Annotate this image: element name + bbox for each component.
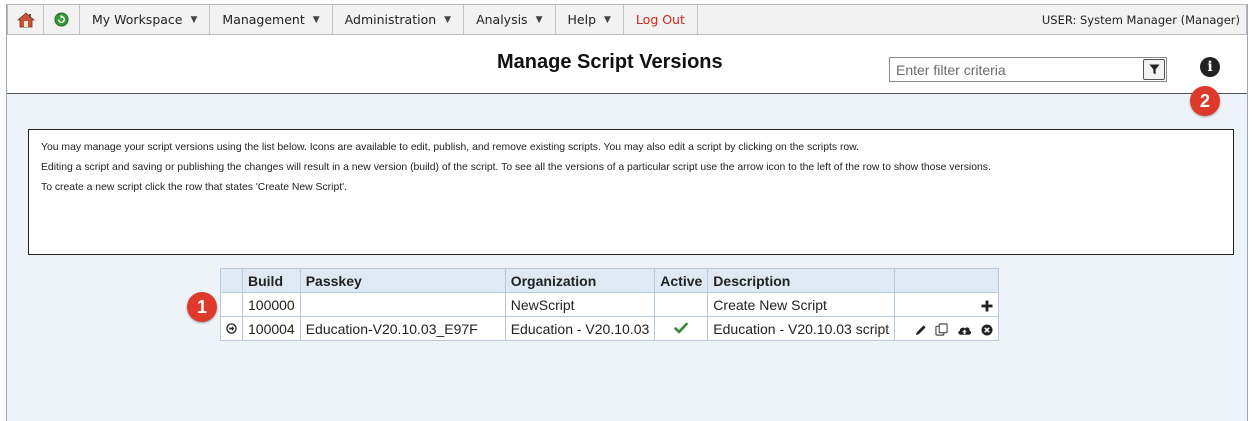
logout-link[interactable]: Log Out <box>624 5 698 34</box>
cell-description: Education - V20.10.03 script <box>707 316 896 341</box>
app-frame: My Workspace ▼ Management ▼ Administrati… <box>6 4 1248 421</box>
home-button[interactable] <box>8 5 44 34</box>
table-row[interactable]: 100004 Education-V20.10.03_E97F Educatio… <box>220 316 1000 341</box>
instructions-panel: You may manage your script versions usin… <box>28 129 1234 255</box>
column-expand <box>220 268 243 293</box>
page-title: Manage Script Versions <box>497 51 723 73</box>
menu-bar: My Workspace ▼ Management ▼ Administrati… <box>7 4 1247 35</box>
chevron-down-icon: ▼ <box>190 14 198 25</box>
menu-management[interactable]: Management ▼ <box>210 5 333 34</box>
expand-cell <box>220 292 243 317</box>
filter-input[interactable] <box>890 58 1142 81</box>
table-row-create-new[interactable]: 100000 NewScript Create New Script <box>220 292 1000 317</box>
menu-administration-label: Administration <box>344 12 437 27</box>
filter-icon <box>1148 64 1160 75</box>
menu-administration[interactable]: Administration ▼ <box>333 5 465 34</box>
instruction-text: To create a new script click the row tha… <box>41 182 347 193</box>
filter-button[interactable] <box>1143 59 1165 80</box>
logout-label: Log Out <box>635 12 685 27</box>
menu-analysis[interactable]: Analysis ▼ <box>464 5 556 34</box>
home-icon <box>16 11 35 27</box>
cell-passkey <box>299 292 506 317</box>
column-build: Build <box>242 268 301 293</box>
pencil-icon[interactable] <box>915 324 927 336</box>
chevron-down-icon: ▼ <box>444 14 452 25</box>
script-versions-table: Build Passkey Organization Active Descri… <box>220 268 1000 341</box>
table-header-row: Build Passkey Organization Active Descri… <box>220 268 1000 293</box>
menu-management-label: Management <box>222 12 305 27</box>
remove-icon[interactable] <box>981 324 993 336</box>
instruction-text: Editing a script and saving or publishin… <box>41 162 991 173</box>
expand-arrow-icon[interactable] <box>226 322 237 334</box>
cell-organization: NewScript <box>504 292 656 317</box>
refresh-icon <box>54 12 69 27</box>
plus-icon[interactable] <box>981 300 993 312</box>
filter-box <box>889 57 1167 82</box>
cell-build: 100000 <box>242 292 301 317</box>
checkmark-icon <box>674 322 689 333</box>
user-info: USER: System Manager (Manager) <box>1041 12 1240 27</box>
copy-icon[interactable] <box>935 323 948 336</box>
callout-badge-label: 2 <box>1199 90 1210 111</box>
cell-passkey: Education-V20.10.03_E97F <box>299 316 506 341</box>
callout-badge-label: 1 <box>196 296 207 317</box>
menu-my-workspace[interactable]: My Workspace ▼ <box>80 5 211 34</box>
menu-my-workspace-label: My Workspace <box>92 12 183 27</box>
chevron-down-icon: ▼ <box>535 14 543 25</box>
info-icon[interactable]: i <box>1200 57 1220 77</box>
cell-organization: Education - V20.10.03 <box>504 316 656 341</box>
cell-build: 100004 <box>242 316 301 341</box>
cell-actions <box>894 316 1000 341</box>
expand-cell[interactable] <box>220 316 243 341</box>
instruction-text: You may manage your script versions usin… <box>41 142 860 153</box>
cell-active <box>654 292 709 317</box>
column-actions <box>894 268 1000 293</box>
info-icon-glyph: i <box>1207 59 1213 75</box>
menu-analysis-label: Analysis <box>476 12 528 27</box>
menu-help-label: Help <box>567 12 597 27</box>
cell-active <box>654 316 709 341</box>
menu-help[interactable]: Help ▼ <box>556 5 624 34</box>
column-organization: Organization <box>504 268 656 293</box>
chevron-down-icon: ▼ <box>604 14 611 25</box>
column-passkey: Passkey <box>299 268 506 293</box>
cell-actions <box>894 292 1000 317</box>
callout-badge-1: 1 <box>187 292 217 322</box>
column-description: Description <box>707 268 896 293</box>
cloud-upload-icon[interactable] <box>957 324 972 336</box>
cell-description: Create New Script <box>707 292 896 317</box>
chevron-down-icon: ▼ <box>312 14 320 25</box>
column-active: Active <box>654 268 709 293</box>
callout-badge-2: 2 <box>1190 86 1220 116</box>
title-bar: Manage Script Versions i <box>7 35 1247 94</box>
refresh-button[interactable] <box>44 5 80 34</box>
